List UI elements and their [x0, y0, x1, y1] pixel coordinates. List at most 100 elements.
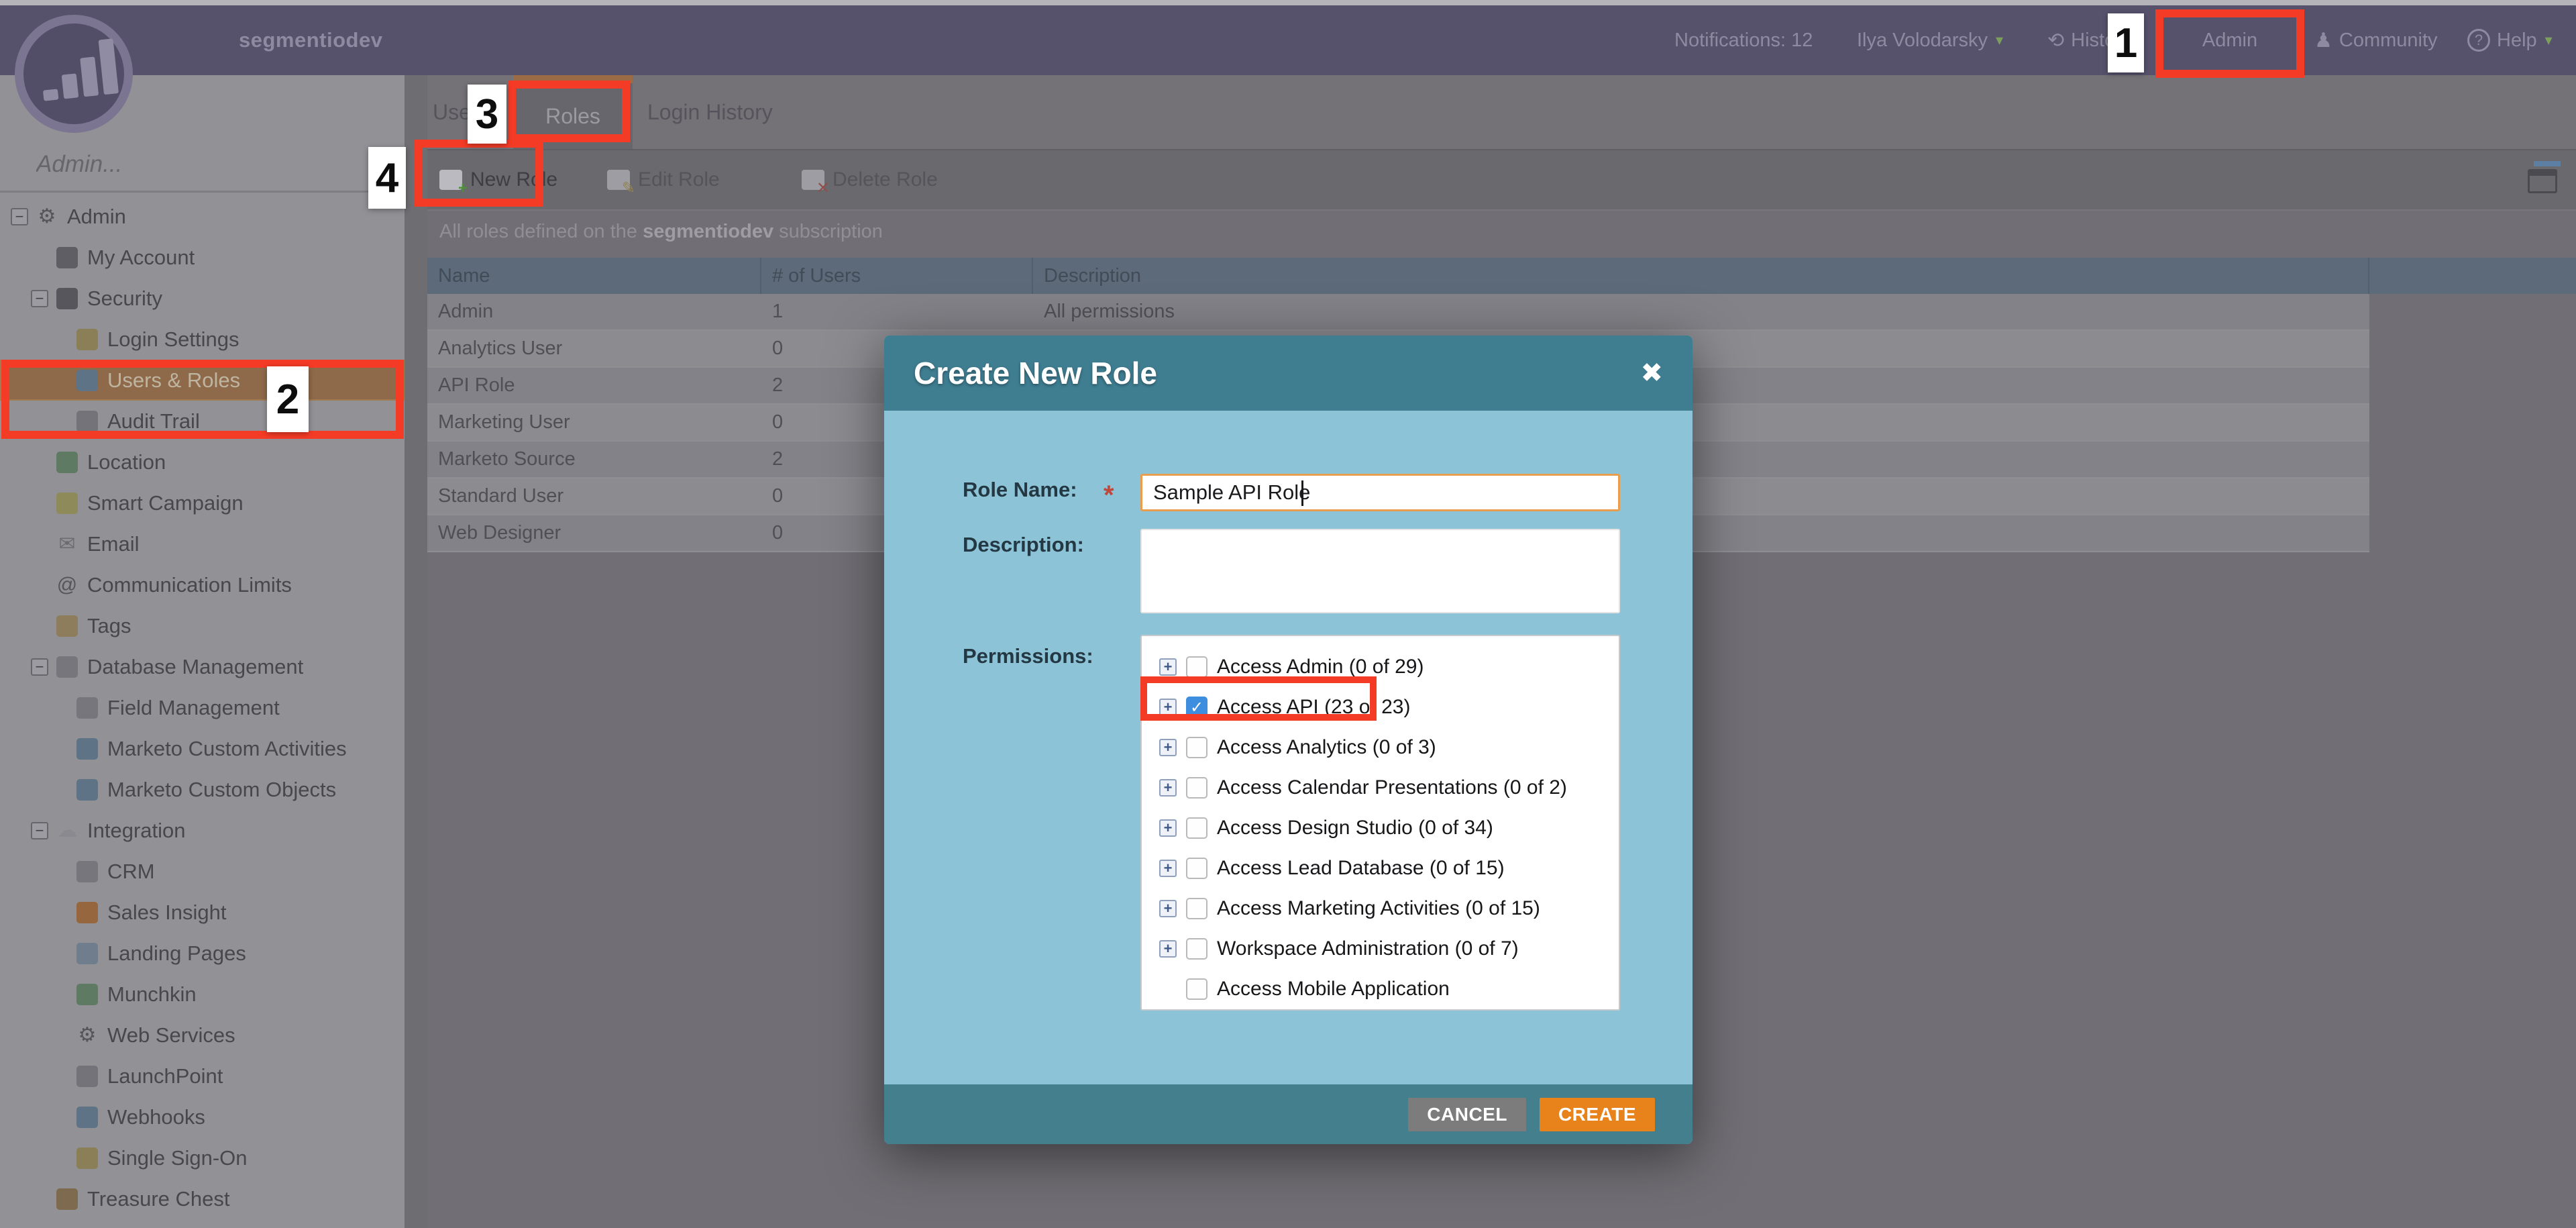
sidebar-item[interactable]: ✉ Email [0, 523, 405, 564]
permission-item[interactable]: Access Calendar Presentations (0 of 2) [1159, 768, 1619, 808]
tree-collapse-icon[interactable] [31, 822, 48, 839]
delete-role-button[interactable]: Delete Role [802, 150, 938, 209]
community-label: Community [2339, 30, 2438, 52]
lock-icon [56, 288, 78, 309]
sidebar-item[interactable]: Smart Campaign [0, 482, 405, 523]
tab-login-history[interactable]: Login History [647, 75, 773, 149]
user-menu[interactable]: Ilya Volodarsky ▾ [1857, 5, 2003, 75]
permission-checkbox[interactable] [1186, 938, 1208, 960]
community-link[interactable]: ♟ Community [2314, 5, 2438, 75]
column-header-name[interactable]: Name [427, 258, 761, 294]
role-name-input[interactable] [1140, 474, 1620, 511]
sidebar-item[interactable]: ⚙ Admin [0, 196, 405, 237]
notifications-link[interactable]: Notifications: 12 [1674, 5, 1813, 75]
tree-collapse-icon[interactable] [31, 290, 48, 307]
column-header-spacer [2369, 258, 2576, 294]
chevron-down-icon: ▾ [1996, 32, 2003, 49]
table-icon [76, 779, 98, 801]
expand-plus-icon[interactable] [1159, 658, 1177, 676]
permission-item[interactable]: Workspace Administration (0 of 7) [1159, 929, 1619, 969]
sidebar-item[interactable]: Database Management [0, 646, 405, 687]
permission-checkbox[interactable] [1186, 656, 1208, 678]
keys-icon [76, 1147, 98, 1169]
permission-checkbox[interactable] [1186, 898, 1208, 919]
sidebar-item[interactable]: Field Management [0, 687, 405, 728]
sidebar-item[interactable]: CRM [0, 851, 405, 892]
annotation-box-access-api [1140, 676, 1377, 721]
sidebar-item-label: Sales Insight [107, 901, 227, 925]
description-textarea[interactable] [1140, 529, 1620, 613]
sidebar-item[interactable]: Sales Insight [0, 892, 405, 933]
sidebar-item-label: Security [87, 287, 162, 311]
permission-label: Workspace Administration (0 of 7) [1217, 937, 1519, 960]
permission-label: Access Lead Database (0 of 15) [1217, 857, 1505, 880]
permission-item[interactable]: Access Mobile Application [1159, 969, 1619, 1009]
sidebar-item[interactable]: ☁ Integration [0, 810, 405, 851]
sidebar-item-label: Integration [87, 819, 186, 843]
sidebar-item[interactable]: Marketo Custom Objects [0, 769, 405, 810]
permission-item[interactable]: Access Design Studio (0 of 34) [1159, 808, 1619, 848]
sidebar-item[interactable]: Tags [0, 605, 405, 646]
sidebar-item[interactable]: Webhooks [0, 1096, 405, 1137]
edit-role-icon [607, 170, 630, 190]
sidebar-item[interactable]: Treasure Chest [0, 1178, 405, 1219]
column-header-description[interactable]: Description [1033, 258, 2369, 294]
permission-item[interactable]: Access Marketing Activities (0 of 15) [1159, 888, 1619, 929]
sidebar-item[interactable]: Login Settings [0, 319, 405, 360]
sidebar-search-input[interactable] [35, 150, 360, 178]
window-top-strip [0, 0, 2576, 5]
tree-collapse-icon[interactable] [11, 208, 28, 225]
admin-tree: ⚙ Admin My Account Security [0, 196, 405, 1219]
popout-window-icon[interactable] [2528, 169, 2557, 193]
annotation-box-admin [2155, 9, 2304, 78]
sidebar-item[interactable]: Landing Pages [0, 933, 405, 974]
table-row[interactable]: Admin 1 All permissions [427, 294, 2369, 331]
sidebar-item-label: Tags [87, 614, 131, 638]
help-icon: ? [2467, 29, 2490, 52]
webhook-icon [76, 1107, 98, 1128]
expand-plus-icon[interactable] [1159, 900, 1177, 917]
sidebar-item[interactable]: Security [0, 278, 405, 319]
table-icon [76, 738, 98, 760]
sidebar-item[interactable]: @ Communication Limits [0, 564, 405, 605]
annotation-step-4: 4 [368, 147, 406, 209]
notifications-label: Notifications: 12 [1674, 30, 1813, 52]
sidebar-item-label: Email [87, 532, 140, 556]
role-name-label: Role Name: [963, 478, 1077, 502]
help-menu[interactable]: ? Help ▾ [2467, 5, 2553, 75]
edit-role-button[interactable]: Edit Role [607, 150, 720, 209]
tree-collapse-icon[interactable] [31, 658, 48, 676]
create-button[interactable]: CREATE [1540, 1098, 1655, 1131]
close-icon[interactable]: ✖ [1640, 358, 1663, 389]
sidebar-item[interactable]: Munchkin [0, 974, 405, 1015]
sidebar-item[interactable]: Marketo Custom Activities [0, 728, 405, 769]
sidebar-item[interactable]: Location [0, 442, 405, 482]
text-cursor [1301, 480, 1303, 506]
sidebar-item[interactable]: Single Sign-On [0, 1137, 405, 1178]
permission-checkbox[interactable] [1186, 978, 1208, 1000]
history-icon: ⟲ [2047, 29, 2064, 52]
sidebar-item[interactable]: My Account [0, 237, 405, 278]
help-label: Help [2497, 30, 2537, 52]
expand-plus-icon[interactable] [1159, 940, 1177, 958]
expand-plus-icon[interactable] [1159, 860, 1177, 877]
permission-checkbox[interactable] [1186, 858, 1208, 879]
delete-role-icon [802, 170, 824, 190]
column-header-users[interactable]: # of Users [761, 258, 1033, 294]
expand-plus-icon[interactable] [1159, 739, 1177, 756]
description-label: Description: [963, 533, 1084, 557]
sidebar-divider [0, 191, 405, 193]
cancel-button[interactable]: CANCEL [1408, 1098, 1526, 1131]
sidebar-resize-handle[interactable] [405, 75, 427, 1228]
sidebar-item-label: Field Management [107, 696, 280, 720]
expand-plus-icon[interactable] [1159, 779, 1177, 797]
sidebar-item[interactable]: ⚙ Web Services [0, 1015, 405, 1056]
permission-item[interactable]: Access Lead Database (0 of 15) [1159, 848, 1619, 888]
expand-plus-icon[interactable] [1159, 819, 1177, 837]
permission-item[interactable]: Access Analytics (0 of 3) [1159, 727, 1619, 768]
sidebar-item[interactable]: LaunchPoint [0, 1056, 405, 1096]
tag-icon [56, 615, 78, 637]
permission-checkbox[interactable] [1186, 737, 1208, 758]
permission-checkbox[interactable] [1186, 817, 1208, 839]
permission-checkbox[interactable] [1186, 777, 1208, 799]
